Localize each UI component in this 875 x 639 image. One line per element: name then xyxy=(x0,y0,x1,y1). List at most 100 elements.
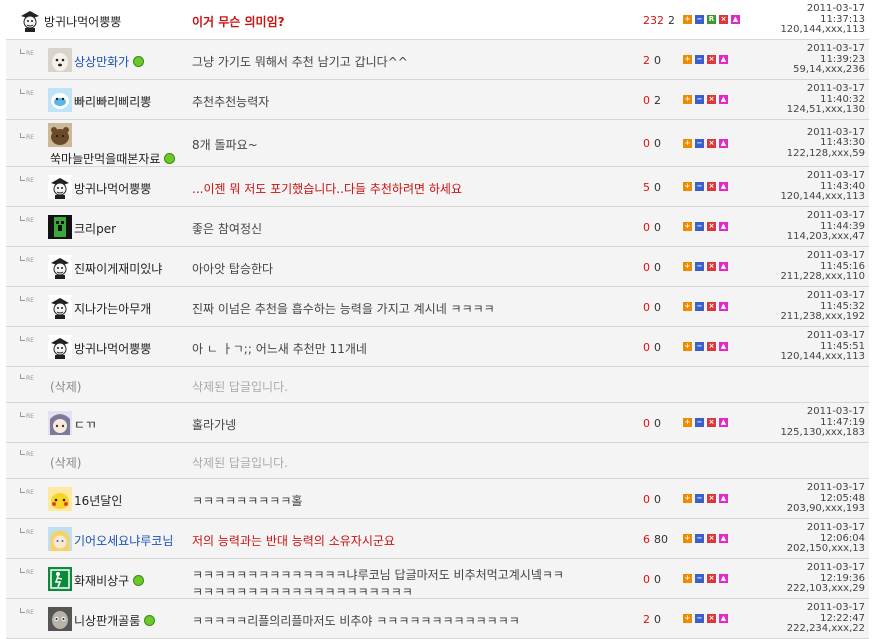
nickname[interactable]: ㄷㄲ xyxy=(74,416,96,433)
report-button[interactable]: ▲ xyxy=(719,222,728,231)
avatar[interactable] xyxy=(18,8,42,32)
recommend-button[interactable]: + xyxy=(683,534,692,543)
nickname[interactable]: 기어오세요냐루코님 xyxy=(74,532,173,549)
avatar[interactable] xyxy=(48,487,72,511)
comment-datetime: 2011-03-17 11:45:16 211,228,xxx,110 xyxy=(780,250,865,282)
nickname[interactable]: 쑥마늘만먹을때본자료 xyxy=(50,150,176,167)
recommend-button[interactable]: + xyxy=(683,262,692,271)
disapprove-button[interactable]: − xyxy=(695,262,704,271)
action-buttons: + − × ▲ xyxy=(683,222,731,232)
recommend-button[interactable]: + xyxy=(683,494,692,503)
ip-address: 124,51,xxx,130 xyxy=(786,104,865,115)
report-button[interactable]: ▲ xyxy=(719,574,728,583)
report-button[interactable]: ▲ xyxy=(719,614,728,623)
delete-button[interactable]: × xyxy=(707,494,716,503)
recommend-button[interactable]: + xyxy=(683,574,692,583)
report-button[interactable]: ▲ xyxy=(719,138,728,148)
avatar[interactable] xyxy=(48,48,72,72)
recommend-button[interactable]: + xyxy=(683,418,692,427)
nickname[interactable]: 화재비상구 xyxy=(74,572,145,589)
comment-content: ㅋㅋㅋㅋㅋㅋㅋㅋㅋㅋㅋㅋㅋㅋ냐루코님 답글마저도 비추처먹고계시넼ㅋㅋ ㅋㅋㅋㅋㅋ… xyxy=(192,567,564,599)
nickname[interactable]: 크리per xyxy=(74,220,116,237)
avatar[interactable] xyxy=(48,255,72,279)
delete-button[interactable]: × xyxy=(707,262,716,271)
recommend-count: 6 xyxy=(643,532,650,546)
disapprove-button[interactable]: − xyxy=(695,574,704,583)
recommend-button[interactable]: + xyxy=(683,55,692,64)
delete-button[interactable]: × xyxy=(719,15,728,24)
report-button[interactable]: ▲ xyxy=(731,15,740,24)
disapprove-button[interactable]: − xyxy=(695,138,704,148)
recommend-button[interactable]: + xyxy=(683,222,692,231)
report-button[interactable]: ▲ xyxy=(719,418,728,427)
avatar[interactable] xyxy=(48,88,72,112)
recommend-button[interactable]: + xyxy=(683,15,692,24)
disapprove-button[interactable]: − xyxy=(695,494,704,503)
avatar[interactable] xyxy=(48,215,72,239)
avatar[interactable] xyxy=(48,123,72,147)
report-button[interactable]: ▲ xyxy=(719,534,728,543)
delete-button[interactable]: × xyxy=(707,95,716,104)
delete-button[interactable]: × xyxy=(707,614,716,623)
delete-button[interactable]: × xyxy=(707,55,716,64)
report-button[interactable]: ▲ xyxy=(719,95,728,104)
avatar[interactable] xyxy=(48,527,72,551)
recommend-button[interactable]: + xyxy=(683,302,692,311)
disapprove-button[interactable]: − xyxy=(695,534,704,543)
nickname[interactable]: 니상판개골룸 xyxy=(74,612,156,629)
avatar[interactable] xyxy=(48,607,72,631)
nickname[interactable]: 진짜이게재미있냐 xyxy=(74,260,162,277)
avatar[interactable] xyxy=(48,295,72,319)
nickname[interactable]: 방귀나먹어뿡뿡 xyxy=(44,13,121,30)
delete-button[interactable]: × xyxy=(707,342,716,351)
recommend-button[interactable]: + xyxy=(683,342,692,351)
reply-indicator: RE xyxy=(20,256,44,266)
recommend-button[interactable]: + xyxy=(683,95,692,104)
disapprove-button[interactable]: − xyxy=(695,222,704,231)
report-button[interactable]: ▲ xyxy=(719,342,728,351)
report-button[interactable]: ▲ xyxy=(719,302,728,311)
disapprove-button[interactable]: − xyxy=(695,302,704,311)
avatar[interactable] xyxy=(48,411,72,435)
report-button[interactable]: ▲ xyxy=(719,182,728,191)
report-button[interactable]: ▲ xyxy=(719,494,728,503)
comment-content: 이거 무슨 의미임? xyxy=(192,14,285,29)
delete-button[interactable]: × xyxy=(707,222,716,231)
ip-address: 211,238,xxx,192 xyxy=(780,311,865,322)
disapprove-button[interactable]: − xyxy=(695,55,704,64)
reply-indicator: RE xyxy=(20,374,44,384)
avatar[interactable] xyxy=(48,567,72,591)
delete-button[interactable]: × xyxy=(707,534,716,543)
reply-button[interactable]: R xyxy=(707,15,716,24)
disapprove-button[interactable]: − xyxy=(695,182,704,191)
disapprove-button[interactable]: − xyxy=(695,614,704,623)
recommend-button[interactable]: + xyxy=(683,182,692,191)
delete-button[interactable]: × xyxy=(707,138,716,148)
nickname[interactable]: 방귀나먹어뿡뿡 xyxy=(74,340,151,357)
disapprove-button[interactable]: − xyxy=(695,95,704,104)
avatar[interactable] xyxy=(48,175,72,199)
disapprove-button[interactable]: − xyxy=(695,15,704,24)
nickname[interactable]: 빠리빠리삐리뽕 xyxy=(74,93,151,110)
nickname[interactable]: 16년달인 xyxy=(74,492,122,509)
nickname[interactable]: 지나가는아무개 xyxy=(74,300,151,317)
recommend-count: 0 xyxy=(643,416,650,430)
comment-row: RE 지나가는아무개 진짜 이넘은 추천을 흡수하는 능력을 가지고 계시네 ㅋㅋㅋ… xyxy=(6,287,869,327)
report-button[interactable]: ▲ xyxy=(719,262,728,271)
recommend-button[interactable]: + xyxy=(683,138,692,148)
nickname[interactable]: 상상만화가 xyxy=(74,53,145,70)
comment-content: 좋은 참여정신 xyxy=(192,221,263,236)
delete-button[interactable]: × xyxy=(707,574,716,583)
report-button[interactable]: ▲ xyxy=(719,55,728,64)
recommend-button[interactable]: + xyxy=(683,614,692,623)
disapprove-button[interactable]: − xyxy=(695,342,704,351)
reply-indicator: RE xyxy=(20,412,44,422)
delete-button[interactable]: × xyxy=(707,418,716,427)
ip-address: 203,90,xxx,193 xyxy=(786,503,865,514)
delete-button[interactable]: × xyxy=(707,182,716,191)
nickname[interactable]: 방귀나먹어뿡뿡 xyxy=(74,180,151,197)
disapprove-button[interactable]: − xyxy=(695,418,704,427)
comment-datetime: 2011-03-17 12:05:48 203,90,xxx,193 xyxy=(786,482,865,514)
avatar[interactable] xyxy=(48,335,72,359)
delete-button[interactable]: × xyxy=(707,302,716,311)
